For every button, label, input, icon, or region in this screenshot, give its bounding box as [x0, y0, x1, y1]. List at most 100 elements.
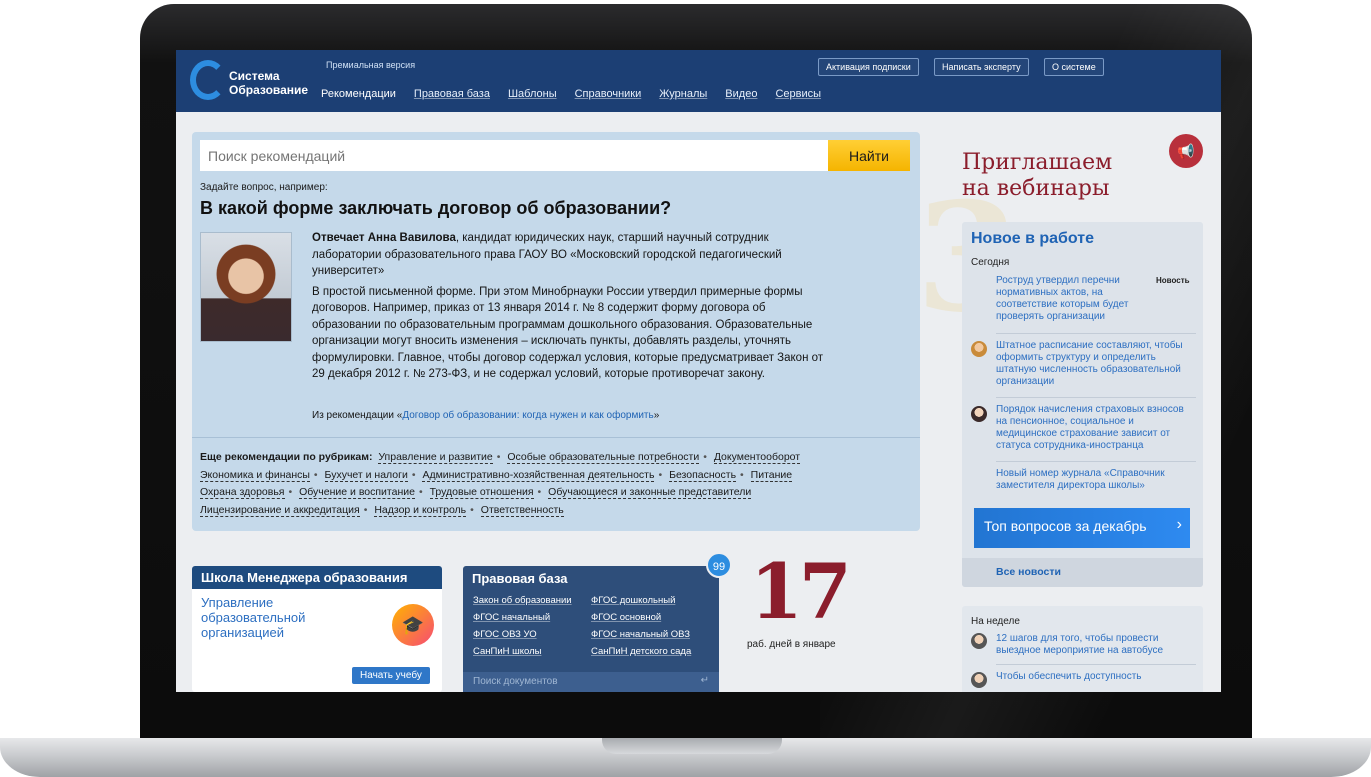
- all-news-link[interactable]: Все новости: [962, 558, 1203, 587]
- news-panel: Новое в работе Сегодня Роструд утвердил …: [962, 222, 1203, 587]
- author-avatar: [971, 633, 987, 649]
- rubrics-title: Еще рекомендации по рубрикам:: [200, 451, 373, 463]
- graduation-cap-icon: 🎓: [392, 604, 434, 646]
- rubric-link[interactable]: Административно-хозяйственная деятельнос…: [422, 468, 655, 482]
- document-search-input[interactable]: Поиск документов ↵: [463, 672, 719, 692]
- laptop-notch: [602, 738, 782, 754]
- screen: Система Образование Премиальная версия Р…: [176, 50, 1221, 692]
- rubric-link[interactable]: Охрана здоровья: [200, 486, 285, 499]
- nav-journals[interactable]: Журналы: [650, 88, 716, 100]
- legal-base-widget: Правовая база 99 Закон об образовании ФГ…: [463, 552, 732, 692]
- legal-link[interactable]: ФГОС начальный: [473, 611, 591, 625]
- megaphone-icon[interactable]: 📢: [1169, 134, 1203, 168]
- news-separator: [996, 461, 1196, 462]
- document-search-placeholder: Поиск документов: [473, 676, 558, 687]
- legal-link[interactable]: Закон об образовании: [473, 594, 591, 608]
- nav-services[interactable]: Сервисы: [766, 88, 830, 100]
- rubric-link[interactable]: Лицензирование и аккредитация: [200, 503, 360, 517]
- webinar-line2: на вебинары: [962, 176, 1110, 201]
- news-item[interactable]: Штатное расписание составляют, чтобы офо…: [996, 340, 1192, 388]
- about-system-button[interactable]: О системе: [1044, 58, 1104, 76]
- top-questions-banner[interactable]: Топ вопросов за декабрь ›: [974, 508, 1190, 548]
- start-learning-button[interactable]: Начать учебу: [352, 667, 430, 684]
- today-label: Сегодня: [971, 257, 1010, 268]
- news-title[interactable]: Новое в работе: [971, 230, 1094, 248]
- rubric-link[interactable]: Безопасность: [669, 468, 737, 482]
- legal-link[interactable]: СанПиН детского сада: [591, 645, 719, 659]
- news-separator: [996, 397, 1196, 398]
- activate-subscription-button[interactable]: Активация подписки: [818, 58, 919, 76]
- source-prefix: Из рекомендации «: [312, 410, 403, 421]
- news-separator: [996, 664, 1196, 665]
- working-days-number: 17: [750, 547, 852, 636]
- search-button[interactable]: Найти: [828, 140, 910, 171]
- webinar-promo[interactable]: Приглашаем на вебинары: [962, 150, 1112, 202]
- expert-answer: Отвечает Анна Вавилова, кандидат юридиче…: [312, 230, 832, 383]
- news-item[interactable]: Порядок начисления страховых взносов на …: [996, 404, 1192, 452]
- rubric-link[interactable]: Обучение и воспитание: [299, 486, 415, 499]
- answer-text: В простой письменной форме. При этом Мин…: [312, 285, 824, 381]
- ask-hint: Задайте вопрос, например:: [200, 182, 328, 193]
- rubric-link[interactable]: Ответственность: [480, 503, 564, 517]
- week-item[interactable]: 12 шагов для того, чтобы провести выездн…: [996, 633, 1192, 657]
- rubrics-list: Еще рекомендации по рубрикам: Управление…: [200, 451, 801, 517]
- source-suffix: »: [653, 410, 660, 421]
- divider: [192, 437, 920, 438]
- legal-link[interactable]: СанПиН школы: [473, 645, 591, 659]
- site-header: Система Образование Премиальная версия Р…: [176, 50, 1221, 112]
- expert-avatar: [200, 232, 292, 342]
- nav-video[interactable]: Видео: [716, 88, 766, 100]
- source-recommendation: Из рекомендации «Договор об образовании:…: [312, 410, 659, 421]
- rubric-link[interactable]: Управление и развитие: [378, 451, 493, 464]
- logo-line1: Система: [229, 69, 280, 83]
- expert-name: Отвечает Анна Вавилова: [312, 232, 456, 244]
- author-avatar: [971, 341, 987, 357]
- enter-icon: ↵: [700, 675, 709, 686]
- rubric-link[interactable]: Экономика и финансы: [200, 468, 310, 482]
- legal-link[interactable]: ФГОС дошкольный: [591, 594, 719, 608]
- legal-links: Закон об образовании ФГОС дошкольный ФГО…: [473, 594, 719, 659]
- author-avatar: [971, 672, 987, 688]
- main-nav: Рекомендации Правовая база Шаблоны Справ…: [312, 88, 830, 100]
- rubric-link[interactable]: Надзор и контроль: [374, 503, 467, 517]
- top-questions-label: Топ вопросов за декабрь: [984, 518, 1147, 534]
- recommendation-panel: Найти Задайте вопрос, например: В какой …: [192, 132, 920, 531]
- news-item[interactable]: Новый номер журнала «Справочник заместит…: [996, 468, 1192, 492]
- rubric-link[interactable]: Документооборот: [713, 451, 801, 464]
- logo-icon[interactable]: [190, 60, 226, 100]
- source-link[interactable]: Договор об образовании: когда нужен и ка…: [402, 410, 653, 421]
- school-title[interactable]: Школа Менеджера образования: [192, 566, 442, 589]
- nav-recommendations[interactable]: Рекомендации: [312, 88, 405, 100]
- write-expert-button[interactable]: Написать эксперту: [934, 58, 1029, 76]
- week-item[interactable]: Чтобы обеспечить доступность: [996, 671, 1192, 683]
- webinar-line1: Приглашаем: [962, 150, 1113, 175]
- week-panel: На неделе 12 шагов для того, чтобы прове…: [962, 606, 1203, 692]
- premium-label: Премиальная версия: [326, 60, 416, 70]
- nav-templates[interactable]: Шаблоны: [499, 88, 566, 100]
- working-days-label: раб. дней в январе: [747, 639, 836, 650]
- nav-legal-base[interactable]: Правовая база: [405, 88, 499, 100]
- week-title: На неделе: [971, 616, 1020, 627]
- news-tag: Новость: [1156, 276, 1190, 285]
- rubric-link[interactable]: Особые образовательные потребности: [507, 451, 700, 464]
- news-separator: [996, 333, 1196, 334]
- legal-link[interactable]: ФГОС ОВЗ УО: [473, 628, 591, 642]
- course-link[interactable]: Управление образовательной организацией: [201, 595, 341, 640]
- legal-link[interactable]: ФГОС основной: [591, 611, 719, 625]
- logo[interactable]: Система Образование: [229, 69, 308, 97]
- rubric-link[interactable]: Бухучет и налоги: [324, 468, 408, 482]
- search-input[interactable]: [200, 140, 829, 171]
- nav-handbooks[interactable]: Справочники: [566, 88, 651, 100]
- legal-base-title[interactable]: Правовая база: [463, 566, 719, 591]
- chevron-right-icon: ›: [1176, 516, 1182, 533]
- legal-base-count-badge: 99: [706, 552, 732, 578]
- rubric-link[interactable]: Трудовые отношения: [429, 486, 534, 499]
- example-question[interactable]: В какой форме заключать договор об образ…: [200, 198, 671, 219]
- school-widget: Школа Менеджера образования Управление о…: [192, 566, 442, 692]
- legal-link[interactable]: ФГОС начальный ОВЗ: [591, 628, 719, 642]
- news-item[interactable]: Роструд утвердил перечни нормативных акт…: [996, 275, 1152, 323]
- rubric-link[interactable]: Обучающиеся и законные представители: [548, 486, 752, 499]
- rubric-link[interactable]: Питание: [750, 468, 793, 482]
- author-avatar: [971, 406, 987, 422]
- logo-line2: Образование: [229, 83, 309, 97]
